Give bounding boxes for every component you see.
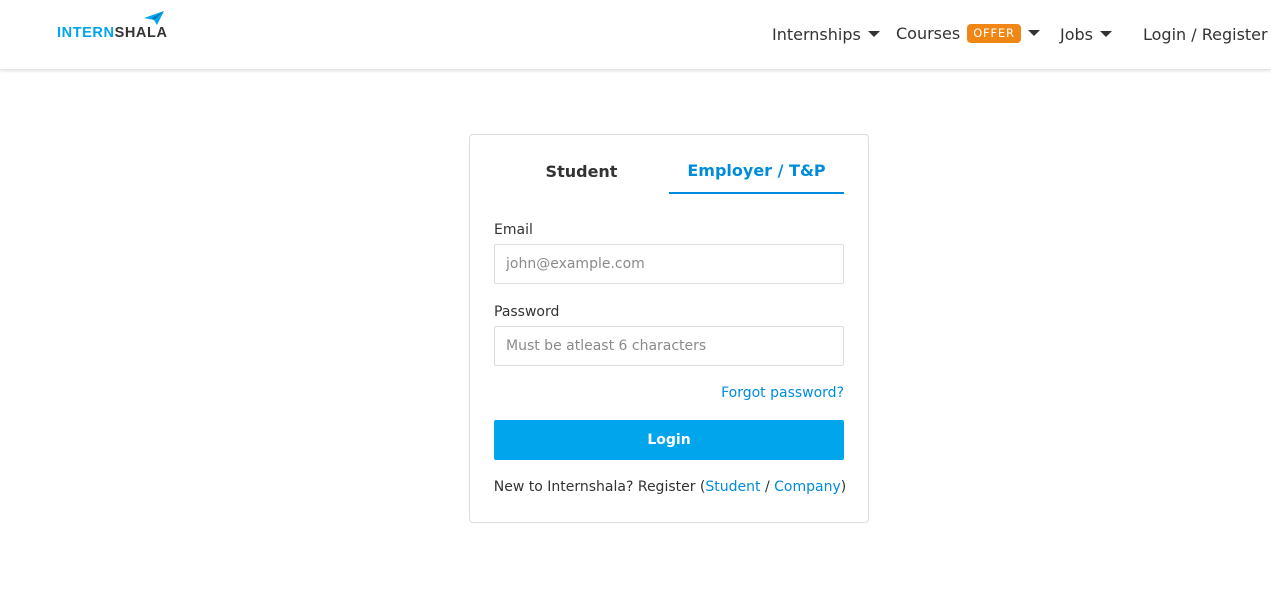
register-company-link[interactable]: Company <box>774 479 841 495</box>
nav-jobs[interactable]: Jobs <box>1060 25 1112 44</box>
register-separator: / <box>760 479 775 495</box>
paper-plane-icon <box>144 11 164 25</box>
logo-wordmark: INTERNSHALA <box>57 25 168 41</box>
register-prefix: New to Internshala? Register ( <box>493 479 706 495</box>
nav-internships-label: Internships <box>772 25 861 44</box>
forgot-password-link[interactable]: Forgot password? <box>721 385 844 401</box>
nav-courses[interactable]: Courses OFFER <box>896 24 1040 43</box>
logo-wordmark-part2: SHALA <box>114 25 168 41</box>
password-field[interactable] <box>494 326 844 366</box>
tab-employer[interactable]: Employer / T&P <box>669 135 844 194</box>
login-button[interactable]: Login <box>494 420 844 460</box>
nav-internships[interactable]: Internships <box>772 25 880 44</box>
top-navbar: INTERNSHALA Internships Courses OFFER Jo… <box>0 0 1271 70</box>
login-card: Student Employer / T&P Email Password Fo… <box>469 134 869 523</box>
chevron-down-icon <box>867 31 880 37</box>
nav-login-register-label: Login / Register <box>1143 25 1268 44</box>
tab-student[interactable]: Student <box>494 135 669 194</box>
password-label: Password <box>494 304 560 320</box>
chevron-down-icon <box>1027 30 1040 36</box>
register-suffix: ) <box>840 479 847 495</box>
register-student-link[interactable]: Student <box>705 479 760 495</box>
email-label: Email <box>494 222 533 238</box>
nav-jobs-label: Jobs <box>1060 25 1093 44</box>
internshala-logo[interactable]: INTERNSHALA <box>57 10 172 42</box>
nav-login-register[interactable]: Login / Register <box>1143 25 1271 44</box>
register-line: New to Internshala? Register (Student / … <box>470 479 870 495</box>
logo-wordmark-part1: INTERN <box>57 25 115 41</box>
chevron-down-icon <box>1100 31 1112 37</box>
email-field[interactable] <box>494 244 844 284</box>
nav-courses-label: Courses <box>896 24 961 43</box>
offer-badge: OFFER <box>967 24 1021 43</box>
